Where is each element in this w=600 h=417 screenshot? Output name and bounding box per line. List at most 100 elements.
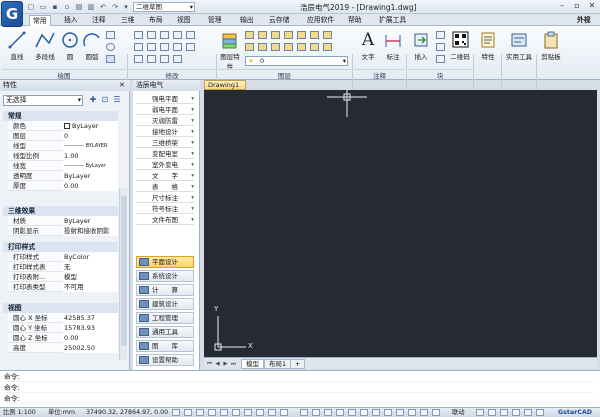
clean-screen-icon[interactable] xyxy=(384,409,392,416)
external-reference[interactable]: 外视 xyxy=(574,15,594,26)
prop-row[interactable]: 打印样式表 无 xyxy=(8,262,118,272)
hatch-icon[interactable] xyxy=(106,55,115,63)
prop-row[interactable]: 图层 0 xyxy=(8,131,118,141)
dq-category-button[interactable]: 计 算 xyxy=(136,284,194,296)
edit-block-icon[interactable] xyxy=(436,43,445,51)
help-icon[interactable] xyxy=(524,409,532,416)
utilities-tool[interactable]: 实用工具 xyxy=(503,29,535,67)
dq-menu-item[interactable]: 三维桥架 ▾ xyxy=(136,138,194,148)
prop-row[interactable]: 高度 25002.50 xyxy=(8,343,118,353)
dq-menu-item[interactable]: 文 字 ▾ xyxy=(136,171,194,181)
last-tab-icon[interactable]: ⏭ xyxy=(230,360,237,368)
pickadd-icon[interactable]: ☰ xyxy=(112,95,122,106)
block-attribute-icon[interactable] xyxy=(436,55,445,63)
dq-category-button[interactable]: 通用工具 xyxy=(136,326,194,338)
lock-ui-icon[interactable] xyxy=(348,409,356,416)
layer-thaw-icon[interactable] xyxy=(258,43,267,51)
layer-uniso-icon[interactable] xyxy=(284,43,293,51)
array-icon[interactable] xyxy=(160,55,169,63)
trim-icon[interactable] xyxy=(160,31,169,39)
layer-isolate-icon[interactable] xyxy=(284,31,293,39)
dq-menu-item[interactable]: 灭弱防雷 ▾ xyxy=(136,116,194,126)
command-input[interactable]: 命令: xyxy=(4,394,594,404)
print-icon[interactable]: ▤ xyxy=(74,2,84,12)
layer-merge-icon[interactable] xyxy=(323,43,332,51)
prop-row[interactable]: 颜色 ByLayer xyxy=(8,121,118,131)
quick-access-dropdown-icon[interactable]: ▾ xyxy=(121,2,131,12)
tab-annotate[interactable]: 注释 xyxy=(89,15,109,26)
create-block-icon[interactable] xyxy=(436,31,445,39)
dq-menu-item[interactable]: 接地设计 ▾ xyxy=(136,127,194,137)
prop-row[interactable]: 透明度 ByLayer xyxy=(8,171,118,181)
stretch-icon[interactable] xyxy=(134,55,143,63)
prop-row[interactable]: 线宽 ———— ByLayer xyxy=(8,161,118,171)
redo-icon[interactable]: ↷ xyxy=(110,2,120,12)
cloud-icon[interactable] xyxy=(488,409,496,416)
tab-cloud-storage[interactable]: 云存储 xyxy=(266,15,292,26)
dq-menu-item[interactable]: 弱电平面 ▾ xyxy=(136,105,194,115)
snap-toggle-icon[interactable] xyxy=(172,409,180,416)
otrack-toggle-icon[interactable] xyxy=(232,409,240,416)
dq-menu-item[interactable]: 尺寸标注 ▾ xyxy=(136,193,194,203)
insert-block-tool[interactable]: 插入 xyxy=(410,29,432,67)
dq-menu-item[interactable]: 变配电室 ▾ xyxy=(136,149,194,159)
maximize-button[interactable]: ▫ xyxy=(570,1,584,12)
layer-properties-tool[interactable]: 图层特性 xyxy=(220,29,240,71)
prev-tab-icon[interactable]: ◀ xyxy=(214,360,221,368)
copy-icon[interactable] xyxy=(134,43,143,51)
link-toggle[interactable]: 联动 xyxy=(452,408,465,417)
transparency-toggle-icon[interactable] xyxy=(256,409,264,416)
next-tab-icon[interactable]: ▶ xyxy=(222,360,229,368)
text-tool[interactable]: A 文字 xyxy=(357,29,379,67)
fillet-icon[interactable] xyxy=(160,43,169,51)
prop-row[interactable]: 材质 ByLayer xyxy=(8,216,118,226)
section-plot-style[interactable]: 打印样式 xyxy=(3,242,118,252)
line-tool[interactable]: 直线 xyxy=(6,29,28,67)
annotation-visibility-icon[interactable] xyxy=(324,409,332,416)
circle-tool[interactable]: 圆 xyxy=(60,29,80,67)
dq-category-button[interactable]: 设置帮助 xyxy=(136,354,194,366)
new-file-icon[interactable]: ▢ xyxy=(26,2,36,12)
prop-row[interactable]: 圆心 Y 坐标 15783.93 xyxy=(8,323,118,333)
layer-previous-icon[interactable] xyxy=(245,43,254,51)
customization-icon[interactable] xyxy=(396,409,404,416)
polar-toggle-icon[interactable] xyxy=(208,409,216,416)
drawing-canvas[interactable]: Y X xyxy=(204,90,597,357)
tab-manage[interactable]: 管理 xyxy=(205,15,225,26)
layer-dropdown[interactable]: ☀ 0 ▾ xyxy=(245,56,348,66)
workspace-switch-icon[interactable] xyxy=(336,409,344,416)
section-general[interactable]: 常规 xyxy=(3,111,118,121)
group-label-modify[interactable]: 修改 xyxy=(129,69,215,80)
ellipse-icon[interactable] xyxy=(106,43,115,51)
prop-row[interactable]: 打印表类型 不可用 xyxy=(8,282,118,292)
tab-layout[interactable]: 布局 xyxy=(146,15,166,26)
group-label-layer[interactable]: 图层 xyxy=(218,69,351,80)
layer-match-icon[interactable] xyxy=(310,31,319,39)
dq-category-button[interactable]: 系统设计 xyxy=(136,270,194,282)
tab-output[interactable]: 输出 xyxy=(237,15,257,26)
group-label-block[interactable]: 块 xyxy=(408,69,472,80)
notification-icon[interactable] xyxy=(476,409,484,416)
chamfer-icon[interactable] xyxy=(173,55,182,63)
qrcode-tool[interactable]: 二维码 xyxy=(449,29,471,67)
tab-home[interactable]: 常用 xyxy=(29,15,51,26)
group-label-annotation[interactable]: 注释 xyxy=(354,69,405,80)
osnap-toggle-icon[interactable] xyxy=(220,409,228,416)
undo-icon[interactable]: ↶ xyxy=(98,2,108,12)
prop-row[interactable]: 阴影显示 投射和接收阴影 xyxy=(8,226,118,236)
zoom-icon[interactable] xyxy=(432,409,440,416)
quick-props-toggle-icon[interactable] xyxy=(268,409,276,416)
prop-row[interactable]: 打印样式 ByColor xyxy=(8,252,118,262)
prop-row[interactable]: 线型比例 1.00 xyxy=(8,151,118,161)
layer-unlock-icon[interactable] xyxy=(271,43,280,51)
group-label-draw[interactable]: 绘图 xyxy=(2,69,126,80)
tab-layout1[interactable]: 布局1 xyxy=(264,359,292,369)
model-space-icon[interactable] xyxy=(300,409,308,416)
mirror-icon[interactable] xyxy=(147,43,156,51)
add-layout-button[interactable]: + xyxy=(290,359,306,369)
selection-dropdown[interactable]: 无选择 ▾ xyxy=(3,95,83,106)
drawing-tab[interactable]: Drawing1 xyxy=(204,80,246,90)
layer-walk-icon[interactable] xyxy=(323,31,332,39)
scale-readout[interactable]: 比例 1:100 xyxy=(3,408,36,417)
close-button[interactable]: ✕ xyxy=(585,1,599,12)
